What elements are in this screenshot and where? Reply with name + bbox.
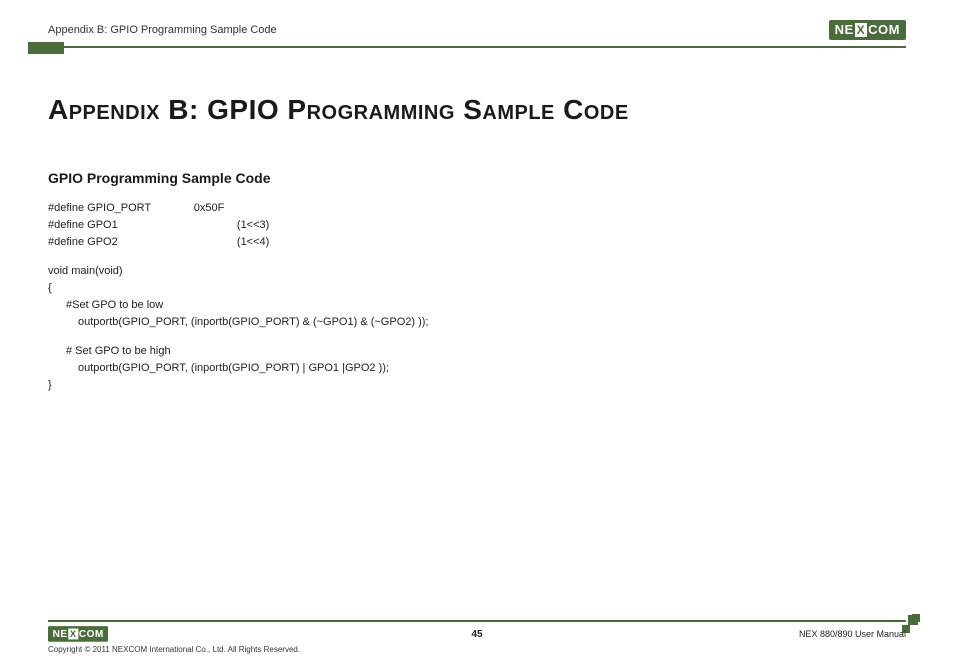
footer-row: NEXCOM 45 NEX 880/890 User Manual	[48, 624, 906, 644]
footer-rule	[48, 620, 906, 622]
code-line: #Set GPO to be low	[48, 297, 906, 314]
logo-part-left: NE	[835, 22, 854, 38]
logo-part-x: X	[855, 23, 868, 37]
code-line: }	[48, 377, 906, 394]
code-line: #define GPO2 (1<<4)	[48, 234, 906, 251]
code-line: void main(void)	[48, 263, 906, 280]
header-row: Appendix B: GPIO Programming Sample Code…	[48, 18, 906, 42]
code-line: outportb(GPIO_PORT, (inportb(GPIO_PORT) …	[48, 314, 906, 331]
logo-part-right: COM	[868, 22, 900, 38]
footer: NEXCOM 45 NEX 880/890 User Manual Copyri…	[48, 620, 906, 654]
copyright: Copyright © 2011 NEXCOM International Co…	[48, 645, 906, 654]
page-title: Appendix B: GPIO Programming Sample Code	[48, 94, 906, 126]
breadcrumb: Appendix B: GPIO Programming Sample Code	[48, 24, 277, 36]
footer-left: NEXCOM	[48, 624, 125, 644]
content: Appendix B: GPIO Programming Sample Code…	[48, 48, 906, 394]
blank-line	[48, 251, 906, 263]
code-line: #define GPIO_PORT 0x50F	[48, 200, 906, 217]
code-block: #define GPIO_PORT 0x50F #define GPO1 (1<…	[48, 200, 906, 394]
logo-top: NEXCOM	[829, 20, 906, 40]
page-number: 45	[471, 629, 482, 640]
code-line: outportb(GPIO_PORT, (inportb(GPIO_PORT) …	[48, 360, 906, 377]
blank-line	[48, 331, 906, 343]
header-rule	[48, 46, 906, 48]
logo-part-x: X	[68, 629, 78, 640]
doc-ref: NEX 880/890 User Manual	[799, 629, 906, 639]
page: Appendix B: GPIO Programming Sample Code…	[0, 0, 954, 672]
code-line: {	[48, 280, 906, 297]
logo-part-right: COM	[79, 628, 104, 640]
nexcom-logo: NEXCOM	[829, 20, 906, 40]
logo-part-left: NE	[53, 628, 68, 640]
section-heading: GPIO Programming Sample Code	[48, 170, 906, 186]
code-line: # Set GPO to be high	[48, 343, 906, 360]
code-line: #define GPO1 (1<<3)	[48, 217, 906, 234]
nexcom-logo-footer: NEXCOM	[48, 627, 108, 642]
